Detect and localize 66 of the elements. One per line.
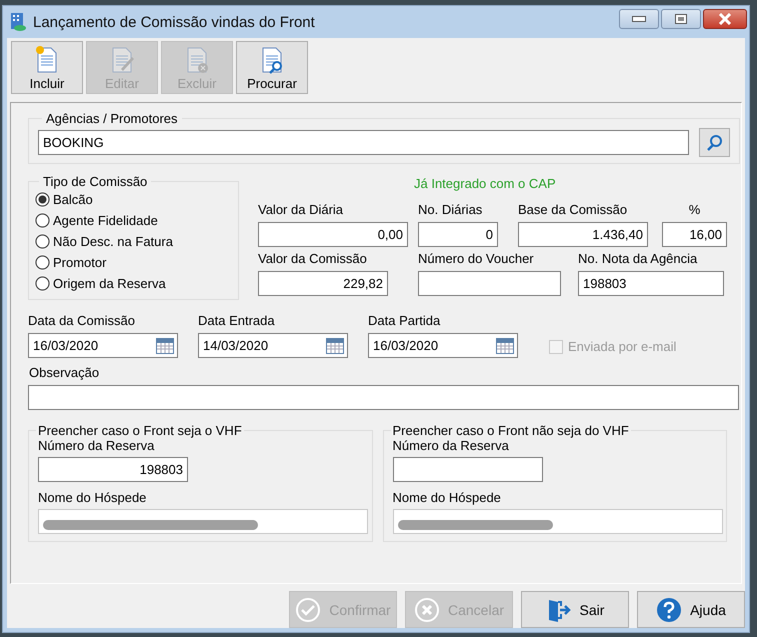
radio-option[interactable]: Balcão <box>35 189 232 210</box>
field-label: % <box>688 202 702 218</box>
reservation-field[interactable]: 198803 <box>38 457 188 482</box>
dialog-button[interactable]: Ajuda <box>637 591 745 628</box>
search-icon <box>706 134 724 152</box>
toolbar-button[interactable]: Procurar <box>236 41 308 94</box>
field-label: Número do Voucher <box>418 251 535 267</box>
field-label: Valor da Diária <box>258 202 344 218</box>
window-title: Lançamento de Comissão vindas do Front <box>33 14 315 30</box>
status-text: Já Integrado com o CAP <box>414 176 557 193</box>
radio-button[interactable] <box>35 255 50 270</box>
input-field[interactable] <box>418 271 561 296</box>
radio-button[interactable] <box>35 276 50 291</box>
dialog-button[interactable]: Sair <box>521 591 629 628</box>
check-icon <box>295 596 322 622</box>
close-icon <box>718 13 732 25</box>
radio-option[interactable]: Agente Fidelidade <box>35 210 232 231</box>
field-label: Base da Comissão <box>518 202 628 218</box>
notes-field[interactable] <box>28 385 739 410</box>
radio-button[interactable] <box>35 192 50 207</box>
maximize-button[interactable] <box>661 9 701 29</box>
calendar-icon[interactable] <box>496 338 514 354</box>
radio-button[interactable] <box>35 234 50 249</box>
field-label: Número da Reserva <box>392 438 510 454</box>
input-field[interactable]: 0,00 <box>258 222 408 247</box>
calendar-icon[interactable] <box>156 338 174 354</box>
toolbar-button[interactable]: Incluir <box>11 41 83 94</box>
minimize-icon <box>632 16 646 22</box>
group-title: Agências / Promotores <box>45 111 179 126</box>
radio-option[interactable]: Promotor <box>35 252 232 273</box>
input-field[interactable]: 0 <box>418 222 498 247</box>
field-label: Observação <box>29 365 100 381</box>
minimize-button[interactable] <box>619 9 659 29</box>
radio-button[interactable] <box>35 213 50 228</box>
help-icon <box>656 596 682 622</box>
group-title: Preencher caso o Front não seja do VHF <box>392 423 630 438</box>
group-title: Preencher caso o Front seja o VHF <box>37 423 243 438</box>
input-field[interactable]: 1.436,40 <box>518 222 648 247</box>
field-label: No. Nota da Agência <box>578 251 698 267</box>
close-button[interactable] <box>703 9 747 29</box>
group-title: Tipo de Comissão <box>42 174 148 189</box>
field-label: Nome do Hóspede <box>38 490 148 506</box>
field-label: No. Diárias <box>418 202 484 218</box>
date-field[interactable]: 14/03/2020 <box>198 333 348 358</box>
search-button[interactable] <box>699 128 730 157</box>
input-field[interactable]: 198803 <box>578 271 724 296</box>
field-label: Nome do Hóspede <box>392 490 502 506</box>
building-icon <box>9 12 27 32</box>
input-field[interactable]: 229,82 <box>258 271 388 296</box>
date-field[interactable]: 16/03/2020 <box>368 333 518 358</box>
field-label: Data da Comissão <box>28 313 136 329</box>
field-label: Data Entrada <box>198 313 276 329</box>
agency-field[interactable]: BOOKING <box>38 130 689 155</box>
input-field[interactable]: 16,00 <box>662 222 727 247</box>
field-label: Valor da Comissão <box>258 251 368 267</box>
date-field[interactable]: 16/03/2020 <box>28 333 178 358</box>
reservation-field[interactable] <box>392 457 542 482</box>
cancel-icon <box>414 596 440 622</box>
radio-option[interactable]: Origem da Reserva <box>35 273 232 294</box>
calendar-icon[interactable] <box>326 338 344 354</box>
guest-name-field[interactable] <box>38 509 368 534</box>
field-label: Data Partida <box>368 313 442 329</box>
guest-name-field[interactable] <box>392 509 722 534</box>
maximize-icon <box>675 14 687 24</box>
radio-option[interactable]: Não Desc. na Fatura <box>35 231 232 252</box>
field-label: Número da Reserva <box>38 438 156 454</box>
